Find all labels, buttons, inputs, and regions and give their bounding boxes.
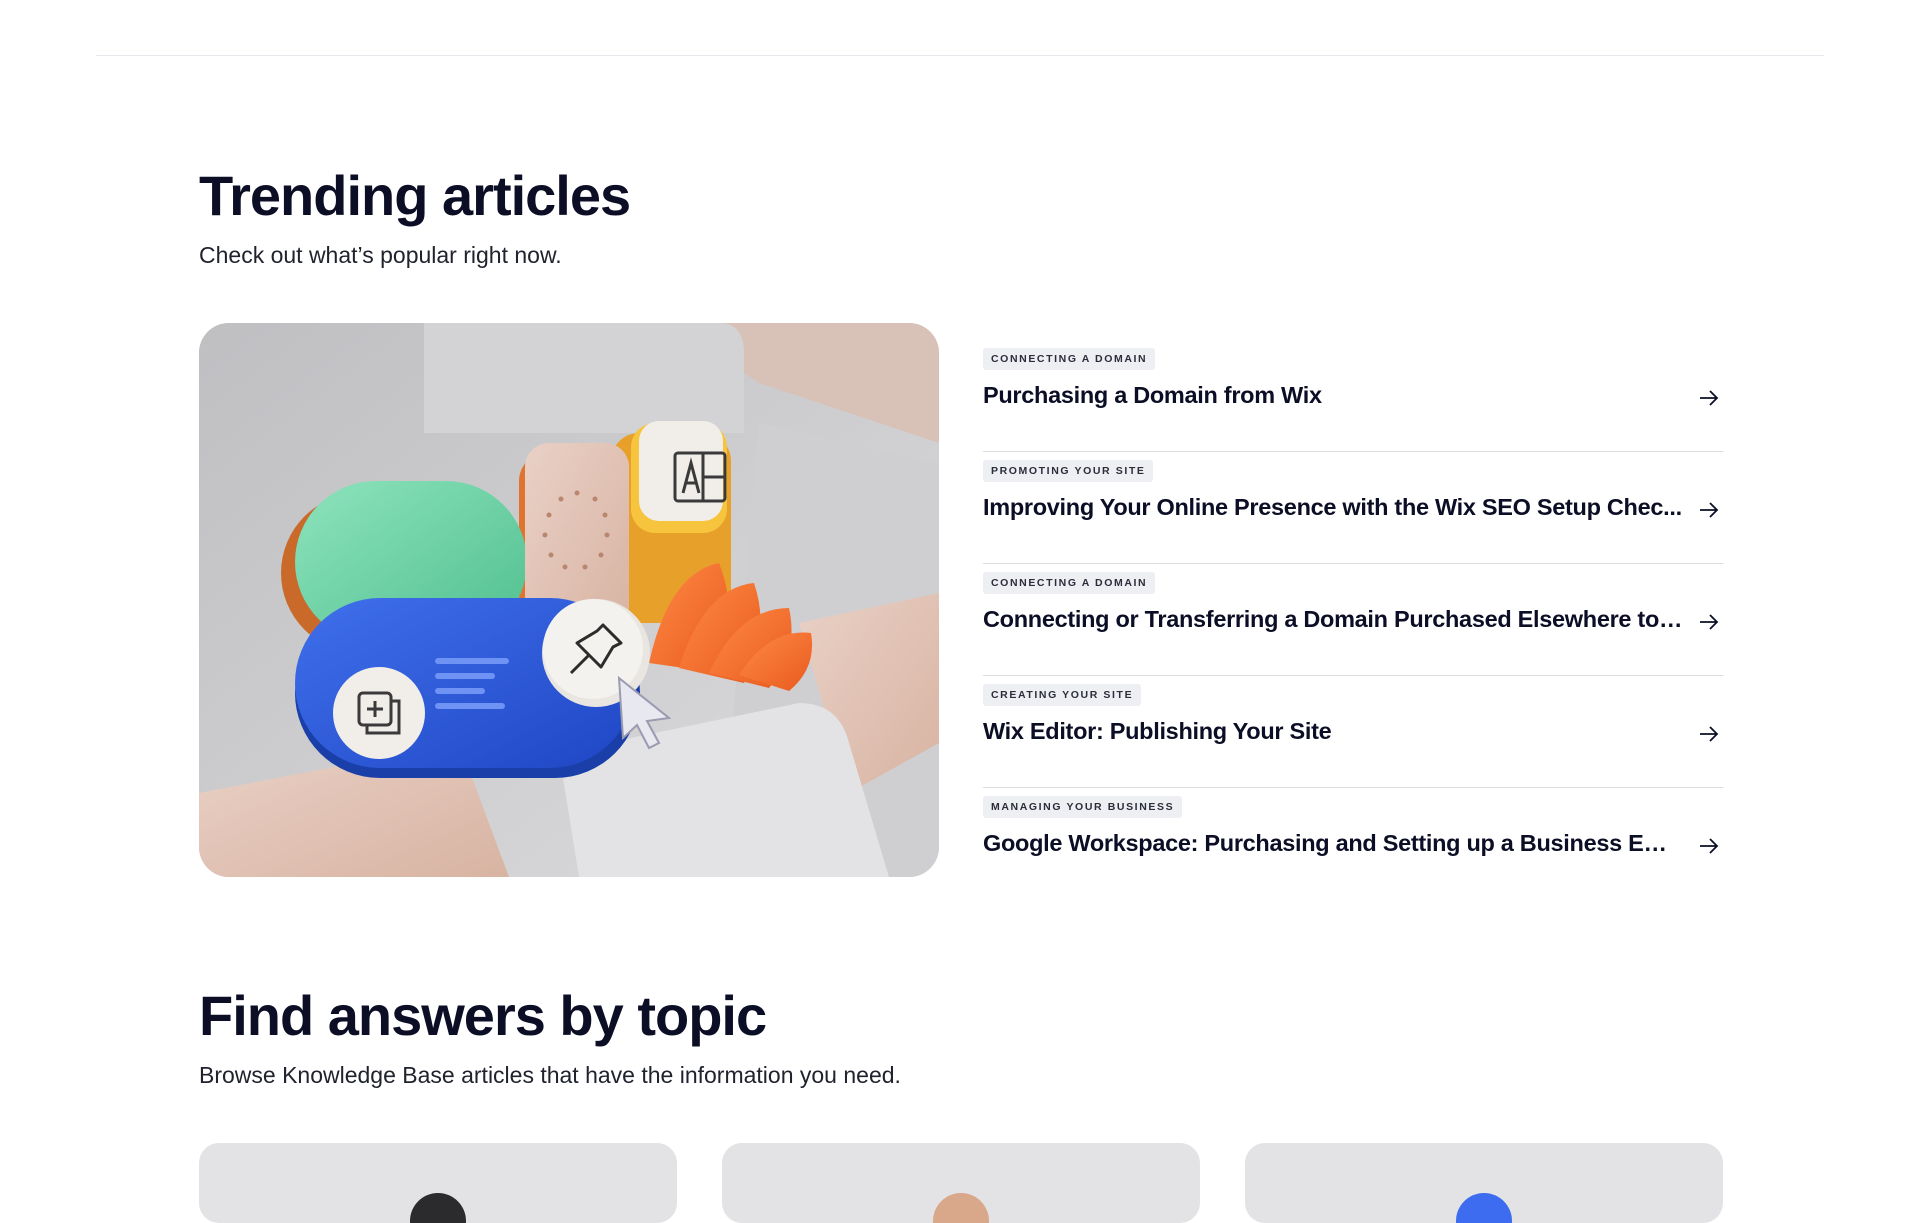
article-item[interactable]: Promoting Your Site Improving Your Onlin… [983, 452, 1723, 564]
topic-card[interactable] [1245, 1143, 1723, 1223]
article-title[interactable]: Google Workspace: Purchasing and Setting… [983, 830, 1683, 857]
trending-subtitle: Check out what’s popular right now. [199, 242, 562, 268]
article-category-tag: Connecting a Domain [983, 348, 1156, 370]
article-item[interactable]: Connecting a Domain Connecting or Transf… [983, 564, 1723, 676]
topic-card-image [933, 1193, 989, 1223]
topics-subtitle: Browse Knowledge Base articles that have… [199, 1062, 901, 1088]
arrow-right-icon[interactable] [1697, 834, 1721, 858]
article-title[interactable]: Connecting or Transferring a Domain Purc… [983, 606, 1683, 633]
arrow-right-icon[interactable] [1697, 386, 1721, 410]
topics-title: Find answers by topic [199, 984, 767, 1047]
article-item[interactable]: Connecting a Domain Purchasing a Domain … [983, 340, 1723, 452]
trending-title: Trending articles [199, 164, 631, 227]
article-category-tag: Connecting a Domain [983, 572, 1156, 594]
topic-card-image [410, 1193, 466, 1223]
topic-card[interactable] [722, 1143, 1200, 1223]
article-item[interactable]: Creating Your Site Wix Editor: Publishin… [983, 676, 1723, 788]
article-category-tag: Managing Your Business [983, 796, 1183, 818]
arrow-right-icon[interactable] [1697, 610, 1721, 634]
article-category-tag: Promoting Your Site [983, 460, 1154, 482]
trending-article-list: Connecting a Domain Purchasing a Domain … [983, 340, 1723, 899]
article-category-tag: Creating Your Site [983, 684, 1142, 706]
arrow-right-icon[interactable] [1697, 722, 1721, 746]
trending-hero-image [199, 323, 939, 877]
arrow-right-icon[interactable] [1697, 498, 1721, 522]
article-title[interactable]: Purchasing a Domain from Wix [983, 382, 1683, 409]
topic-card[interactable] [199, 1143, 677, 1223]
article-title[interactable]: Improving Your Online Presence with the … [983, 494, 1683, 521]
article-item[interactable]: Managing Your Business Google Workspace:… [983, 788, 1723, 899]
topic-card-image [1456, 1193, 1512, 1223]
top-divider [96, 55, 1824, 56]
article-title[interactable]: Wix Editor: Publishing Your Site [983, 718, 1683, 745]
